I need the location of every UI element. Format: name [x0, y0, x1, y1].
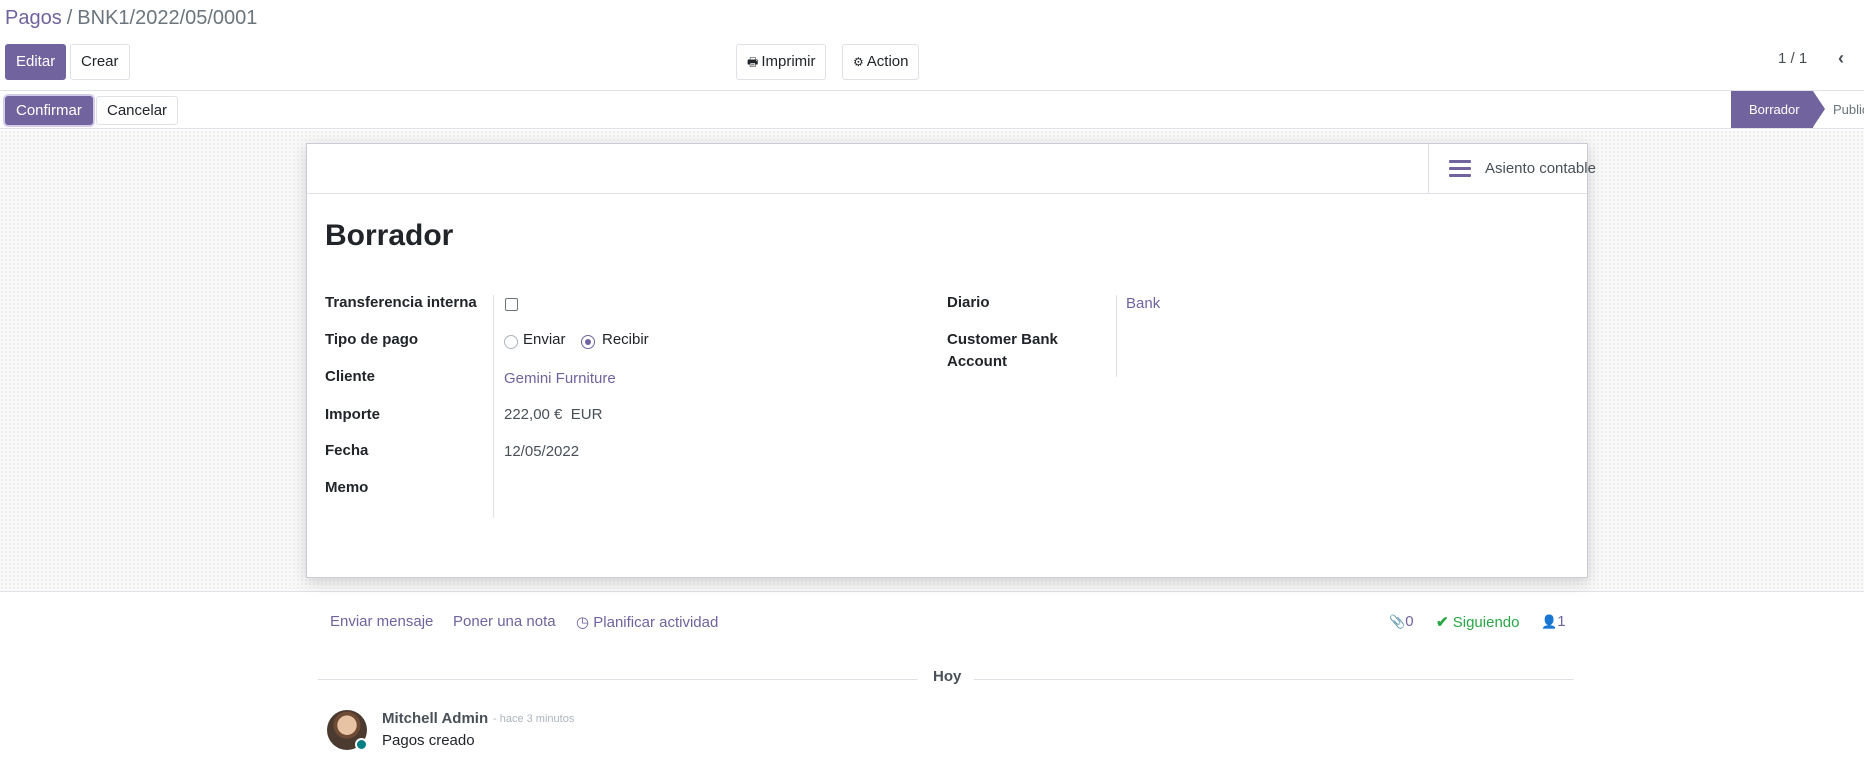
journal-value[interactable]: Bank: [1126, 293, 1160, 315]
date-value: 12/05/2022: [504, 443, 580, 460]
amount-number: 222,00 €: [504, 406, 563, 423]
breadcrumb: Pagos / BNK1/2022/05/0001: [5, 7, 257, 30]
payment-type-send-radio[interactable]: [504, 335, 518, 349]
date-separator: Hoy: [933, 668, 962, 685]
memo-label: Memo: [325, 479, 369, 496]
following-button[interactable]: ✔ Siguiendo: [1436, 613, 1519, 631]
presence-online-icon: [355, 738, 368, 751]
payment-type-send-label[interactable]: Enviar: [523, 329, 566, 351]
payment-type-receive-label[interactable]: Recibir: [602, 329, 649, 351]
log-note-button[interactable]: Poner una nota: [453, 613, 556, 630]
bank-account-label: Customer Bank Account: [947, 329, 1058, 373]
amount-label: Importe: [325, 406, 381, 423]
control-panel: Pagos / BNK1/2022/05/0001 Editar Crear 🖶 Im…: [0, 0, 1864, 91]
edit-button[interactable]: Editar: [5, 44, 67, 80]
clock-icon: ◷: [576, 614, 590, 631]
cancel-button[interactable]: Cancelar: [96, 96, 179, 125]
breadcrumb-current: BNK1/2022/05/0001: [77, 7, 258, 29]
group-divider-left: [493, 295, 494, 518]
customer-label: Cliente: [325, 368, 376, 385]
action-button[interactable]: ⚙ Action: [842, 44, 920, 80]
attachments-count: 0: [1405, 613, 1414, 630]
followers-count: 1: [1557, 613, 1566, 630]
amount-value: 222,00 € EUR: [504, 404, 602, 426]
record-title: Borrador: [325, 219, 454, 252]
check-icon: ✔: [1436, 614, 1449, 631]
avatar[interactable]: [327, 710, 368, 751]
button-box: Asiento contable: [307, 144, 1596, 194]
following-label: Siguiendo: [1452, 614, 1520, 631]
followers-button[interactable]: 👤1: [1541, 613, 1566, 630]
print-button[interactable]: 🖶 Imprimir: [736, 44, 827, 80]
amount-currency: EUR: [570, 406, 603, 423]
date-divider-right: [974, 679, 1574, 680]
internal-transfer-label: Transferencia interna: [325, 294, 477, 311]
schedule-activity-button[interactable]: ◷ Planificar actividad: [576, 613, 718, 631]
send-message-button[interactable]: Enviar mensaje: [330, 613, 433, 630]
journal-entry-button[interactable]: Asiento contable: [1428, 144, 1596, 194]
confirm-button[interactable]: Confirmar: [5, 96, 93, 125]
message-date: - hace 3 minutos: [493, 713, 575, 725]
message-author[interactable]: Mitchell Admin: [382, 710, 488, 727]
create-button[interactable]: Crear: [70, 44, 130, 80]
bank-account-label-line1: Customer Bank: [947, 331, 1058, 348]
action-label: Action: [866, 53, 909, 70]
user-icon: 👤: [1541, 614, 1558, 629]
date-label: Fecha: [325, 442, 369, 459]
customer-value[interactable]: Gemini Furniture: [504, 368, 616, 390]
breadcrumb-separator: /: [66, 7, 73, 29]
bank-account-label-line2: Account: [947, 353, 1007, 370]
print-label: Imprimir: [761, 53, 816, 70]
schedule-activity-label: Planificar actividad: [593, 614, 719, 631]
chevron-left-icon[interactable]: ‹: [1838, 48, 1844, 69]
stage-arrow: [1813, 91, 1825, 127]
attachments-button[interactable]: 📎0: [1389, 613, 1414, 630]
pager-value[interactable]: 1 / 1: [1778, 50, 1807, 67]
stage-posted[interactable]: Publicado: [1833, 91, 1864, 128]
journal-entry-label: Asiento contable: [1485, 160, 1596, 177]
print-icon: 🖶: [747, 55, 759, 69]
form-sheet: Asiento contable Borrador Transferencia …: [306, 143, 1596, 578]
stage-draft[interactable]: Borrador: [1731, 91, 1813, 128]
breadcrumb-pagos-link[interactable]: Pagos: [5, 7, 62, 29]
date-divider-left: [318, 679, 918, 680]
statusbar: Confirmar Cancelar Borrador Publicado: [0, 91, 1864, 129]
bars-icon: [1449, 160, 1471, 181]
journal-label: Diario: [947, 294, 990, 311]
internal-transfer-checkbox[interactable]: [505, 298, 518, 311]
gear-icon: ⚙: [853, 55, 864, 69]
group-divider-right: [1116, 295, 1117, 377]
message-body: Pagos creado: [382, 732, 475, 749]
payment-type-label: Tipo de pago: [325, 331, 419, 348]
payment-type-receive-radio[interactable]: [581, 335, 595, 349]
paperclip-icon: 📎: [1389, 614, 1406, 629]
